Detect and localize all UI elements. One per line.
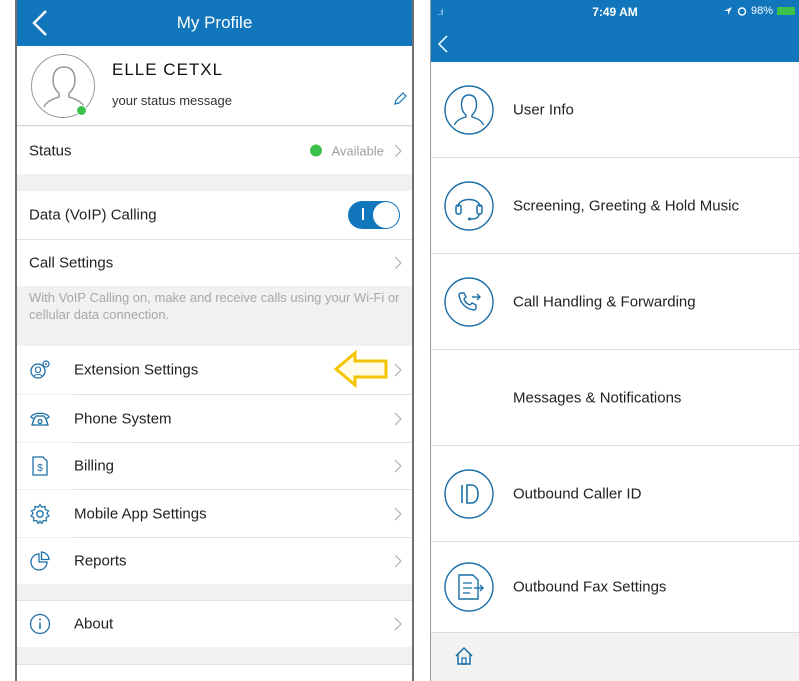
- presence-indicator: [76, 105, 87, 116]
- location-icon: [723, 7, 732, 15]
- profile-card: ELLE CETXL your status message: [17, 46, 412, 126]
- back-chevron-icon[interactable]: [437, 34, 449, 54]
- menu-item-phone-system[interactable]: Phone System: [17, 395, 412, 442]
- list-item-label: Outbound Fax Settings: [513, 578, 667, 596]
- my-profile-screen: My Profile ELLE CETXL your status messag…: [15, 0, 414, 681]
- status-row[interactable]: Status Available: [17, 127, 412, 174]
- battery-percent: 98%: [750, 5, 773, 17]
- menu-item-reports[interactable]: Reports: [17, 538, 412, 584]
- chevron-right-icon: [394, 144, 402, 157]
- status-label: Status: [29, 142, 72, 159]
- menu-item-about[interactable]: About: [17, 601, 412, 647]
- call-settings-row[interactable]: Call Settings: [17, 240, 412, 286]
- voip-calling-label: Data (VoIP) Calling: [29, 206, 157, 224]
- menu-item-label: About: [74, 615, 114, 633]
- list-item-label: Screening, Greeting & Hold Music: [513, 197, 739, 214]
- menu-item-label: Extension Settings: [74, 361, 199, 379]
- header-bar: My Profile: [17, 0, 412, 46]
- extension-settings-icon: [30, 360, 50, 379]
- list-item-outbound-fax[interactable]: Outbound Fax Settings: [431, 542, 799, 632]
- home-icon[interactable]: [453, 645, 475, 667]
- list-item-messages-notifications[interactable]: Messages & Notifications: [431, 350, 799, 446]
- pie-chart-icon: [30, 551, 50, 571]
- alarm-icon: [737, 7, 747, 16]
- status-message[interactable]: your status message: [112, 93, 232, 108]
- voip-description: With VoIP Calling on, make and receive c…: [29, 290, 400, 322]
- fax-icon: [444, 562, 494, 612]
- list-item-label: User Info: [513, 101, 574, 118]
- edit-pencil-icon[interactable]: [392, 91, 408, 107]
- menu-item-label: Reports: [74, 552, 127, 570]
- chevron-right-icon: [394, 507, 402, 520]
- list-item-outbound-caller-id[interactable]: Outbound Caller ID: [431, 446, 799, 542]
- list-item-label: Call Handling & Forwarding: [513, 293, 696, 310]
- toggle-on-mark: [362, 208, 364, 220]
- status-value-text: Available: [331, 143, 384, 158]
- caller-id-icon: [444, 468, 494, 519]
- billing-icon: $: [32, 456, 48, 476]
- highlight-arrow-icon: [333, 350, 388, 388]
- call-settings-label: Call Settings: [29, 254, 114, 272]
- list-item-label: Outbound Caller ID: [513, 485, 642, 502]
- chevron-right-icon: [394, 459, 402, 473]
- headset-icon: [444, 180, 494, 231]
- available-dot: [310, 144, 323, 157]
- extension-settings-screen: ..ıl 7:49 AM 98% User Info Screening, Gr…: [430, 0, 799, 681]
- status-bar-right: 98%: [723, 5, 795, 17]
- chevron-right-icon: [394, 256, 402, 270]
- list-item-call-handling[interactable]: Call Handling & Forwarding: [431, 254, 799, 350]
- toggle-knob: [373, 202, 399, 228]
- page-title: My Profile: [176, 13, 253, 32]
- header-bar: ..ıl 7:49 AM 98%: [431, 0, 799, 62]
- svg-text:$: $: [37, 463, 43, 474]
- menu-item-label: Mobile App Settings: [74, 505, 207, 522]
- user-icon: [444, 84, 494, 135]
- profile-name: ELLE CETXL: [112, 60, 224, 79]
- info-icon: [29, 613, 51, 635]
- list-item-screening-greeting[interactable]: Screening, Greeting & Hold Music: [431, 158, 799, 254]
- chevron-right-icon: [394, 363, 402, 377]
- call-forward-icon: [444, 276, 494, 327]
- list-item-user-info[interactable]: User Info: [431, 62, 799, 158]
- status-value: Available: [310, 143, 384, 158]
- chevron-right-icon: [394, 617, 402, 631]
- menu-item-mobile-app-settings[interactable]: Mobile App Settings: [17, 490, 412, 537]
- bottom-toolbar: [431, 632, 799, 681]
- menu-item-label: Phone System: [74, 410, 172, 427]
- voip-calling-row: Data (VoIP) Calling: [17, 191, 412, 239]
- voip-calling-toggle[interactable]: [348, 201, 400, 229]
- gear-icon: [30, 502, 50, 525]
- menu-item-label: Billing: [74, 457, 115, 475]
- chevron-right-icon: [394, 412, 402, 425]
- battery-icon: [777, 7, 795, 15]
- phone-system-icon: [30, 412, 50, 426]
- list-item-label: Messages & Notifications: [513, 389, 682, 406]
- menu-item-billing[interactable]: $ Billing: [17, 443, 412, 489]
- next-row-partial: [17, 665, 412, 681]
- chevron-right-icon: [394, 554, 402, 568]
